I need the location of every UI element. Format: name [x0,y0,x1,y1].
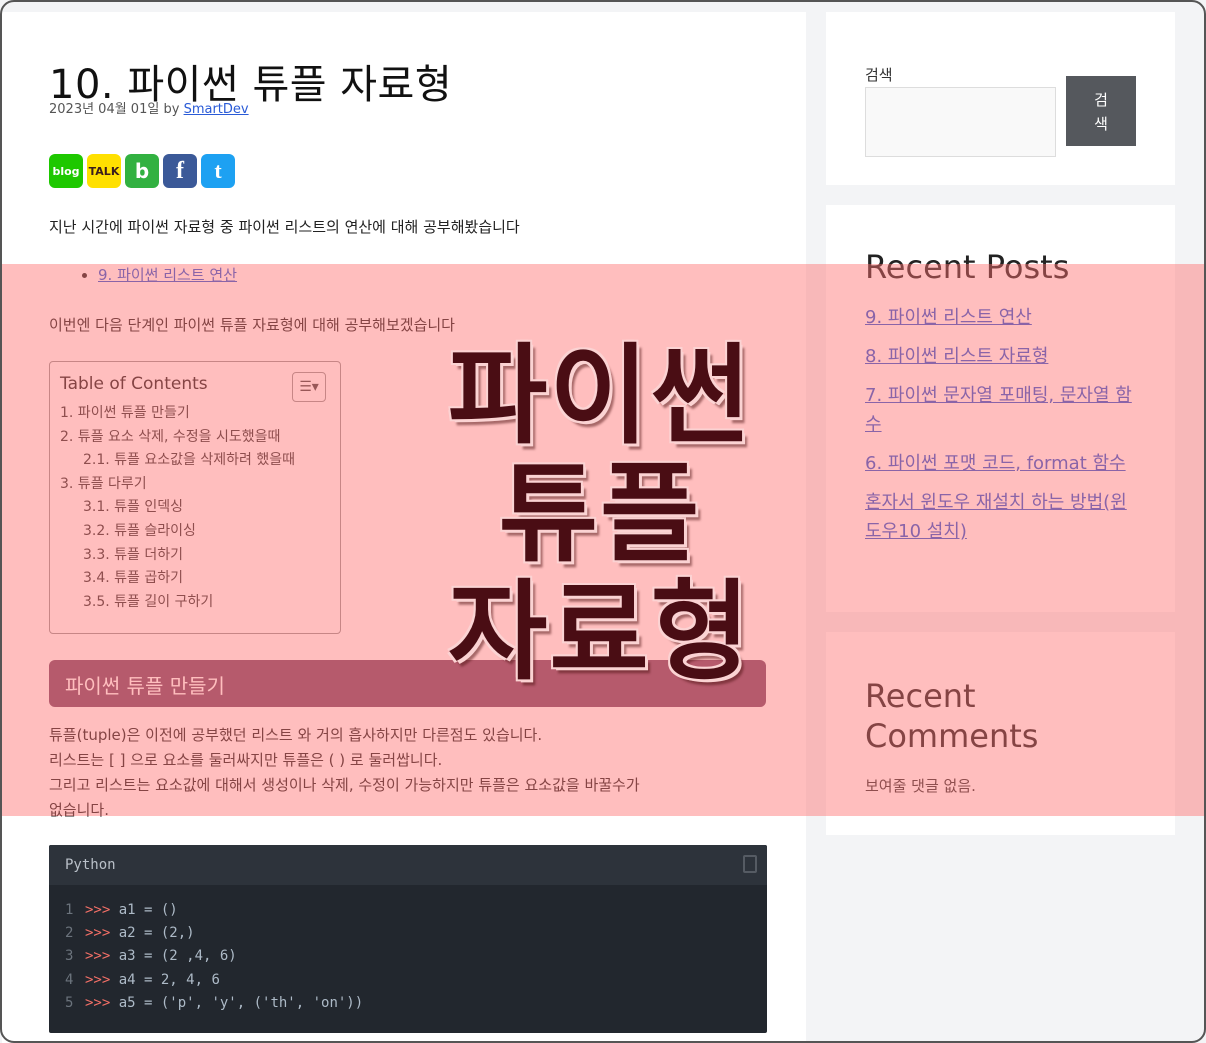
code-line: 1 >>> a1 = () [65,902,178,918]
search-button[interactable]: 검색 [1066,76,1136,146]
post-by: by [163,102,180,117]
intro-text: 지난 시간에 파이썬 자료형 중 파이썬 리스트의 연산에 대해 공부해봤습니다 [49,218,520,236]
code-line: 3 >>> a3 = (2 ,4, 6) [65,948,237,965]
band-icon[interactable]: b [125,154,159,188]
code-line: 5 >>> a5 = ('p', 'y', ('th', 'on')) [65,994,364,1011]
share-buttons: blog TALK b f t [49,154,235,188]
author-link[interactable]: SmartDev [184,102,249,117]
code-header: Python [49,845,767,885]
search-input[interactable] [865,87,1056,157]
kakaotalk-icon[interactable]: TALK [87,154,121,188]
banner-title: 파이썬 튜플 자료형 [440,338,760,692]
post-date: 2023년 04월 01일 [49,102,160,117]
banner-line: 자료형 [447,570,753,695]
code-lines: 1 >>> a1 = () 2 >>> a2 = (2,) 3 >>> a3 = (2… [49,885,767,1029]
code-language: Python [65,857,116,873]
copy-icon[interactable] [743,855,757,873]
facebook-icon[interactable]: f [163,154,197,188]
twitter-icon[interactable]: t [201,154,235,188]
code-line: 4 >>> a4 = 2, 4, 6 [65,971,220,988]
naver-blog-icon[interactable]: blog [49,154,83,188]
search-widget: 검색 검색 [826,12,1175,185]
code-block: Python 1 >>> a1 = () 2 >>> a2 = (2,) 3 >>> … [49,845,767,1033]
banner-line: 튜플 [498,452,702,577]
banner-line: 파이썬 [447,334,753,459]
code-line: 2 >>> a2 = (2,) [65,925,195,942]
post-meta: 2023년 04월 01일 by SmartDev [49,98,249,117]
search-label: 검색 [865,66,893,84]
